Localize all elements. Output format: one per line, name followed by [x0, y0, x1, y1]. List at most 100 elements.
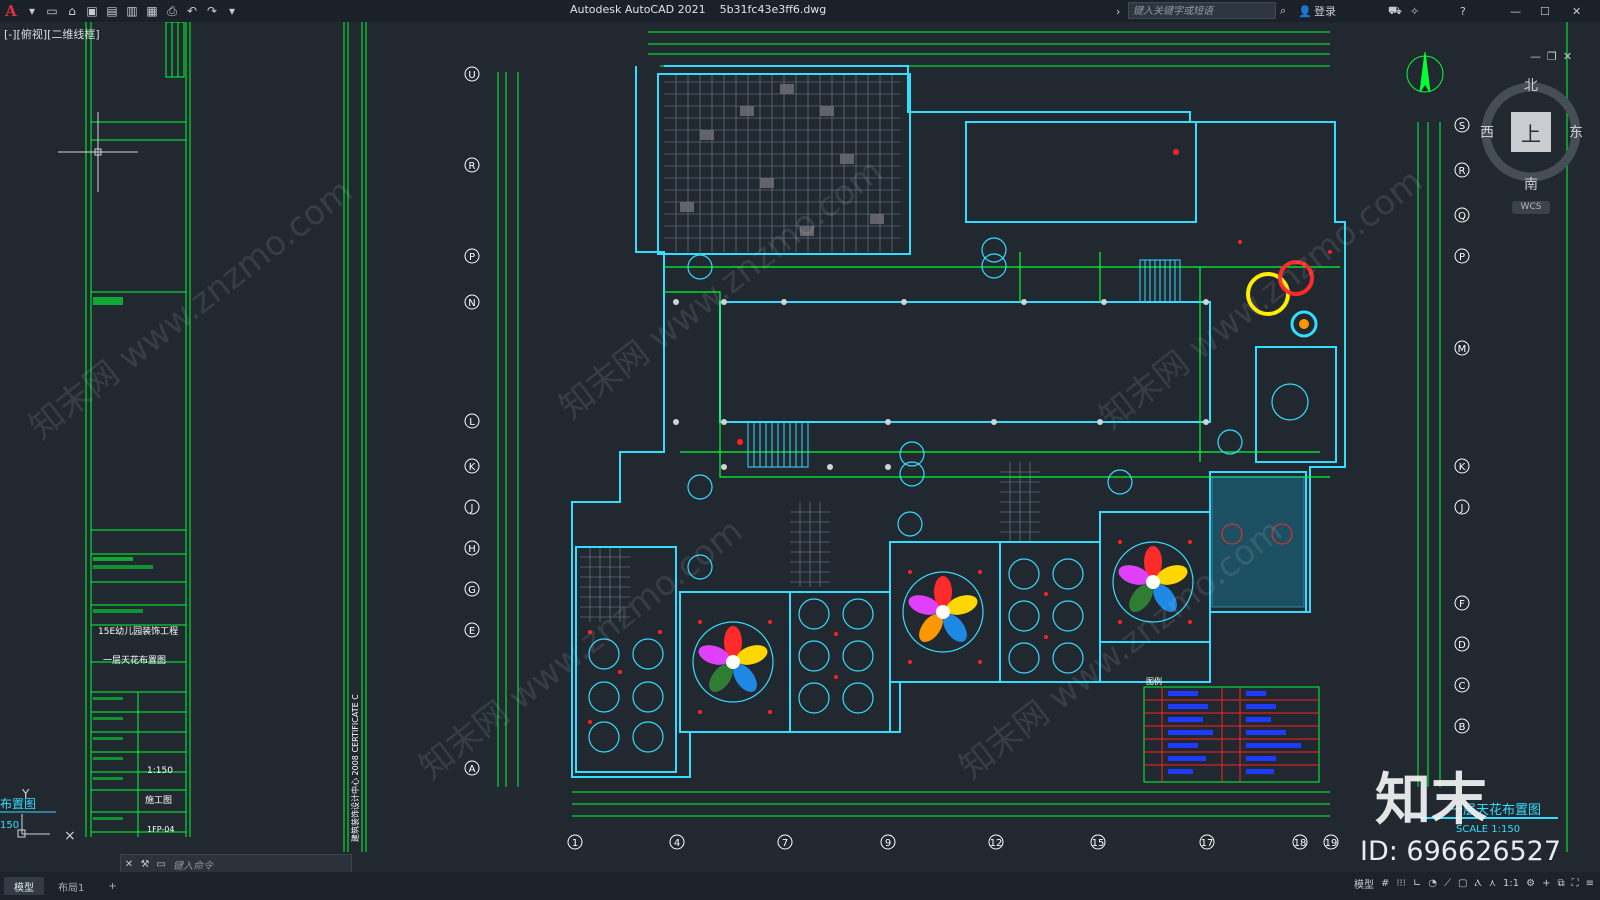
search-expand-icon[interactable]: ›: [1116, 2, 1120, 20]
viewcube-south[interactable]: 南: [1524, 174, 1538, 194]
snap-icon[interactable]: ⁝⁝⁝: [1396, 878, 1406, 889]
row-axis-label: K: [469, 462, 476, 473]
row-axis-label: L: [469, 417, 475, 428]
menu-icon[interactable]: ≡: [1586, 878, 1594, 889]
command-input[interactable]: 键入命令: [173, 857, 213, 872]
vertical-titleblock-text: 建筑装饰设计中心 2008 CERTIFICATE C: [350, 694, 360, 842]
help-icon[interactable]: ?: [1460, 2, 1466, 20]
binoculars-icon[interactable]: ⌕: [1280, 2, 1286, 20]
ucs-icon: [17, 814, 50, 838]
legend-title: 图例: [1146, 676, 1162, 686]
window-title: Autodesk AutoCAD 2021 5b31fc43e3ff6.dwg: [570, 3, 827, 16]
viewcube[interactable]: 北 南 东 西 上 WCS: [1480, 57, 1600, 214]
annotation-scale-icon[interactable]: ⋏: [1489, 878, 1496, 889]
new-icon[interactable]: ▭: [42, 1, 62, 21]
plus-icon[interactable]: +: [1542, 878, 1550, 889]
save-icon[interactable]: ▣: [82, 1, 102, 21]
right-axis-label: M: [1458, 344, 1467, 355]
cart-icon[interactable]: ⛟: [1388, 2, 1402, 20]
viewport-controls-label[interactable]: [-][俯视][二维线框]: [4, 26, 100, 42]
viewcube-north[interactable]: 北: [1524, 75, 1538, 95]
tab-layout1[interactable]: 布局1: [48, 877, 94, 895]
column-axis-label: 1: [572, 838, 578, 849]
column-axis-bubbles: 1 4 7 9 12 15 17 18 19: [567, 834, 1339, 850]
row-axis-label: P: [469, 252, 475, 263]
watermark-logo: 知末: [1375, 768, 1487, 833]
command-prompt-icon[interactable]: ▭: [153, 859, 169, 870]
titleblock-scale: 1:150: [147, 766, 173, 776]
titleblock-stage: 施工图: [145, 794, 172, 806]
viewcube-top-face[interactable]: 上: [1511, 112, 1551, 152]
autocad-logo-icon[interactable]: A: [0, 0, 22, 22]
row-axis-label: E: [469, 626, 475, 637]
row-axis-label: H: [468, 544, 476, 555]
undo-icon[interactable]: ↶: [182, 1, 202, 21]
watermark-id: ID: 696626527: [1360, 836, 1562, 867]
add-layout-button[interactable]: +: [98, 877, 126, 895]
osnap-icon[interactable]: ▢: [1458, 878, 1467, 889]
svg-text:×: ×: [64, 828, 76, 844]
tab-model[interactable]: 模型: [4, 877, 44, 895]
row-axis-label: A: [469, 764, 476, 775]
cad-drawing[interactable]: 15E幼儿园装饰工程 一层天花布置图 1:150 施工图 1FP-04 Y × …: [0, 22, 1600, 862]
saveas-icon[interactable]: ▤: [102, 1, 122, 21]
drawing-viewport[interactable]: 15E幼儿园装饰工程 一层天花布置图 1:150 施工图 1FP-04 Y × …: [0, 22, 1600, 862]
flower-ceiling: [902, 571, 984, 653]
isolate-icon[interactable]: ⧉: [1557, 878, 1564, 889]
column-axis-label: 4: [674, 838, 680, 849]
grid-icon[interactable]: #: [1381, 878, 1389, 889]
ortho-icon[interactable]: ∟: [1413, 878, 1421, 889]
flower-ceiling: [692, 621, 774, 703]
right-axis-label: Q: [1458, 211, 1466, 222]
viewcube-east[interactable]: 东: [1569, 122, 1583, 142]
project-name: 15E幼儿园装饰工程: [98, 625, 178, 637]
scale-value[interactable]: 1:1: [1503, 878, 1519, 889]
command-customize-icon[interactable]: ⚒: [137, 859, 153, 870]
open-icon[interactable]: ⌂: [62, 1, 82, 21]
right-axis-label: R: [1459, 166, 1466, 177]
row-axis-label: J: [470, 503, 474, 514]
column-axis-label: 18: [1294, 838, 1307, 849]
close-icon[interactable]: ✕: [1572, 2, 1581, 20]
command-close-icon[interactable]: ✕: [121, 859, 137, 870]
right-axis-label: S: [1459, 121, 1465, 132]
plot-preview-icon[interactable]: ▥: [122, 1, 142, 21]
minimize-icon[interactable]: —: [1510, 2, 1521, 20]
north-arrow-icon: [1406, 51, 1444, 93]
quick-access-toolbar: ▭ ⌂ ▣ ▤ ▥ ▦ ⎙ ↶ ↷ ▾: [42, 0, 242, 22]
row-axis-label: U: [468, 70, 475, 81]
search-input[interactable]: 键入关键字或短语: [1128, 2, 1276, 19]
gear-icon[interactable]: ⚙: [1526, 878, 1535, 889]
model-space-button[interactable]: 模型: [1354, 876, 1374, 891]
right-axis-label: P: [1459, 252, 1465, 263]
column-axis-label: 17: [1201, 838, 1214, 849]
column-axis-label: 19: [1325, 838, 1338, 849]
row-axis-label: G: [468, 585, 476, 596]
annotation-visibility-icon[interactable]: Ⲁ: [1474, 878, 1481, 889]
print-icon[interactable]: ⎙: [162, 1, 182, 21]
title-block: [85, 22, 191, 837]
login-button[interactable]: 登录: [1314, 2, 1336, 20]
publish-icon[interactable]: ▦: [142, 1, 162, 21]
app-menu-chevron-icon[interactable]: ▾: [22, 1, 42, 21]
fullscreen-icon[interactable]: ⛶: [1572, 878, 1579, 889]
crosshair-cursor: [58, 112, 138, 192]
polar-icon[interactable]: ◔: [1428, 878, 1437, 889]
column-axis-label: 7: [782, 838, 788, 849]
customize-icon[interactable]: ▾: [222, 1, 242, 21]
right-axis-label: F: [1459, 599, 1465, 610]
command-line[interactable]: ✕ ⚒ ▭ 键入命令: [120, 854, 352, 874]
redo-icon[interactable]: ↷: [202, 1, 222, 21]
right-axis-label: J: [1460, 503, 1464, 514]
right-axis-bubbles: S R Q P M K J F D C B: [1454, 117, 1470, 734]
a360-icon[interactable]: ✧: [1410, 2, 1419, 20]
user-icon[interactable]: 👤: [1298, 2, 1312, 20]
column-axis-label: 12: [990, 838, 1003, 849]
left-fragment-scale: 150: [0, 820, 19, 831]
wcs-menu[interactable]: WCS: [1512, 201, 1550, 214]
right-axis-label: D: [1458, 640, 1466, 651]
viewcube-west[interactable]: 西: [1480, 122, 1494, 142]
isodraft-icon[interactable]: ⟋: [1444, 878, 1451, 889]
row-axis-label: N: [468, 298, 475, 309]
maximize-icon[interactable]: ☐: [1540, 2, 1550, 20]
